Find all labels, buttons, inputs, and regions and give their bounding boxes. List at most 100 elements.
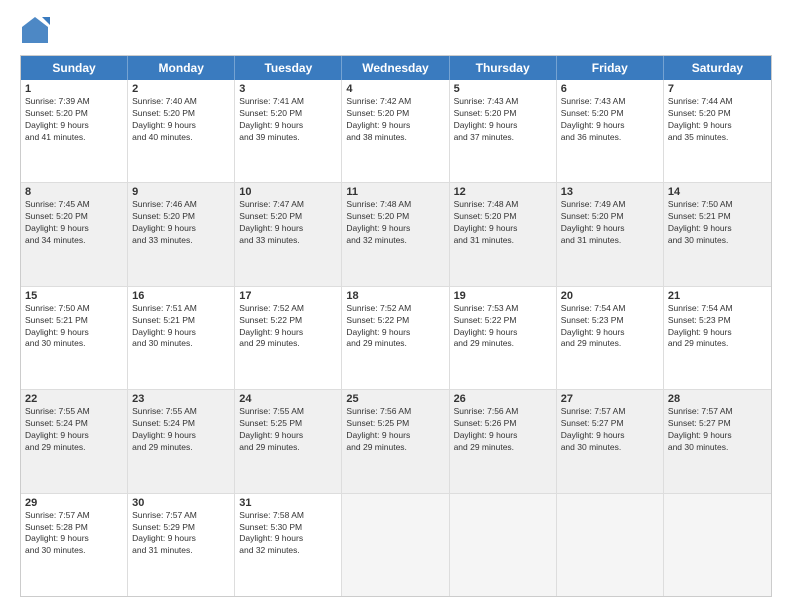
logo	[20, 15, 54, 45]
day-number: 19	[454, 290, 552, 302]
logo-icon	[20, 15, 50, 45]
calendar-row: 29Sunrise: 7:57 AM Sunset: 5:28 PM Dayli…	[21, 494, 771, 596]
day-number: 5	[454, 83, 552, 95]
day-number: 30	[132, 497, 230, 509]
day-number: 22	[25, 393, 123, 405]
day-number: 29	[25, 497, 123, 509]
day-number: 24	[239, 393, 337, 405]
calendar-cell: 29Sunrise: 7:57 AM Sunset: 5:28 PM Dayli…	[21, 494, 128, 596]
day-number: 15	[25, 290, 123, 302]
calendar-cell: 14Sunrise: 7:50 AM Sunset: 5:21 PM Dayli…	[664, 183, 771, 285]
calendar-cell: 23Sunrise: 7:55 AM Sunset: 5:24 PM Dayli…	[128, 390, 235, 492]
day-number: 18	[346, 290, 444, 302]
calendar-cell: 15Sunrise: 7:50 AM Sunset: 5:21 PM Dayli…	[21, 287, 128, 389]
day-info: Sunrise: 7:55 AM Sunset: 5:24 PM Dayligh…	[132, 406, 230, 454]
weekday-header: Saturday	[664, 56, 771, 80]
day-info: Sunrise: 7:40 AM Sunset: 5:20 PM Dayligh…	[132, 96, 230, 144]
calendar-cell: 25Sunrise: 7:56 AM Sunset: 5:25 PM Dayli…	[342, 390, 449, 492]
calendar-cell: 6Sunrise: 7:43 AM Sunset: 5:20 PM Daylig…	[557, 80, 664, 182]
day-info: Sunrise: 7:51 AM Sunset: 5:21 PM Dayligh…	[132, 303, 230, 351]
day-info: Sunrise: 7:42 AM Sunset: 5:20 PM Dayligh…	[346, 96, 444, 144]
day-number: 3	[239, 83, 337, 95]
calendar-cell: 20Sunrise: 7:54 AM Sunset: 5:23 PM Dayli…	[557, 287, 664, 389]
calendar: SundayMondayTuesdayWednesdayThursdayFrid…	[20, 55, 772, 597]
day-info: Sunrise: 7:49 AM Sunset: 5:20 PM Dayligh…	[561, 199, 659, 247]
day-info: Sunrise: 7:43 AM Sunset: 5:20 PM Dayligh…	[454, 96, 552, 144]
day-info: Sunrise: 7:43 AM Sunset: 5:20 PM Dayligh…	[561, 96, 659, 144]
day-info: Sunrise: 7:57 AM Sunset: 5:28 PM Dayligh…	[25, 510, 123, 558]
day-info: Sunrise: 7:55 AM Sunset: 5:25 PM Dayligh…	[239, 406, 337, 454]
calendar-cell: 28Sunrise: 7:57 AM Sunset: 5:27 PM Dayli…	[664, 390, 771, 492]
day-info: Sunrise: 7:57 AM Sunset: 5:29 PM Dayligh…	[132, 510, 230, 558]
day-number: 2	[132, 83, 230, 95]
page: SundayMondayTuesdayWednesdayThursdayFrid…	[0, 0, 792, 612]
day-number: 27	[561, 393, 659, 405]
day-info: Sunrise: 7:54 AM Sunset: 5:23 PM Dayligh…	[561, 303, 659, 351]
day-info: Sunrise: 7:56 AM Sunset: 5:26 PM Dayligh…	[454, 406, 552, 454]
day-number: 11	[346, 186, 444, 198]
calendar-cell: 5Sunrise: 7:43 AM Sunset: 5:20 PM Daylig…	[450, 80, 557, 182]
day-number: 1	[25, 83, 123, 95]
calendar-cell: 8Sunrise: 7:45 AM Sunset: 5:20 PM Daylig…	[21, 183, 128, 285]
day-info: Sunrise: 7:47 AM Sunset: 5:20 PM Dayligh…	[239, 199, 337, 247]
calendar-cell: 21Sunrise: 7:54 AM Sunset: 5:23 PM Dayli…	[664, 287, 771, 389]
weekday-header: Friday	[557, 56, 664, 80]
day-number: 31	[239, 497, 337, 509]
weekday-header: Thursday	[450, 56, 557, 80]
day-number: 12	[454, 186, 552, 198]
header	[20, 15, 772, 45]
calendar-row: 22Sunrise: 7:55 AM Sunset: 5:24 PM Dayli…	[21, 390, 771, 493]
calendar-cell	[342, 494, 449, 596]
day-info: Sunrise: 7:52 AM Sunset: 5:22 PM Dayligh…	[239, 303, 337, 351]
calendar-cell: 3Sunrise: 7:41 AM Sunset: 5:20 PM Daylig…	[235, 80, 342, 182]
day-info: Sunrise: 7:55 AM Sunset: 5:24 PM Dayligh…	[25, 406, 123, 454]
calendar-cell: 11Sunrise: 7:48 AM Sunset: 5:20 PM Dayli…	[342, 183, 449, 285]
day-info: Sunrise: 7:48 AM Sunset: 5:20 PM Dayligh…	[454, 199, 552, 247]
calendar-cell: 1Sunrise: 7:39 AM Sunset: 5:20 PM Daylig…	[21, 80, 128, 182]
calendar-cell	[664, 494, 771, 596]
day-number: 9	[132, 186, 230, 198]
weekday-header: Tuesday	[235, 56, 342, 80]
day-number: 21	[668, 290, 767, 302]
day-number: 10	[239, 186, 337, 198]
day-info: Sunrise: 7:54 AM Sunset: 5:23 PM Dayligh…	[668, 303, 767, 351]
calendar-cell: 19Sunrise: 7:53 AM Sunset: 5:22 PM Dayli…	[450, 287, 557, 389]
day-number: 4	[346, 83, 444, 95]
day-number: 13	[561, 186, 659, 198]
weekday-header: Sunday	[21, 56, 128, 80]
calendar-cell: 4Sunrise: 7:42 AM Sunset: 5:20 PM Daylig…	[342, 80, 449, 182]
calendar-cell: 27Sunrise: 7:57 AM Sunset: 5:27 PM Dayli…	[557, 390, 664, 492]
day-info: Sunrise: 7:56 AM Sunset: 5:25 PM Dayligh…	[346, 406, 444, 454]
day-info: Sunrise: 7:50 AM Sunset: 5:21 PM Dayligh…	[25, 303, 123, 351]
day-info: Sunrise: 7:52 AM Sunset: 5:22 PM Dayligh…	[346, 303, 444, 351]
day-number: 8	[25, 186, 123, 198]
calendar-cell: 10Sunrise: 7:47 AM Sunset: 5:20 PM Dayli…	[235, 183, 342, 285]
day-number: 17	[239, 290, 337, 302]
calendar-cell	[557, 494, 664, 596]
calendar-cell: 31Sunrise: 7:58 AM Sunset: 5:30 PM Dayli…	[235, 494, 342, 596]
day-number: 28	[668, 393, 767, 405]
day-info: Sunrise: 7:41 AM Sunset: 5:20 PM Dayligh…	[239, 96, 337, 144]
day-info: Sunrise: 7:53 AM Sunset: 5:22 PM Dayligh…	[454, 303, 552, 351]
day-info: Sunrise: 7:46 AM Sunset: 5:20 PM Dayligh…	[132, 199, 230, 247]
day-info: Sunrise: 7:39 AM Sunset: 5:20 PM Dayligh…	[25, 96, 123, 144]
day-number: 16	[132, 290, 230, 302]
day-info: Sunrise: 7:57 AM Sunset: 5:27 PM Dayligh…	[668, 406, 767, 454]
day-number: 14	[668, 186, 767, 198]
calendar-cell: 13Sunrise: 7:49 AM Sunset: 5:20 PM Dayli…	[557, 183, 664, 285]
weekday-header: Wednesday	[342, 56, 449, 80]
calendar-cell	[450, 494, 557, 596]
weekday-header: Monday	[128, 56, 235, 80]
calendar-cell: 26Sunrise: 7:56 AM Sunset: 5:26 PM Dayli…	[450, 390, 557, 492]
calendar-row: 8Sunrise: 7:45 AM Sunset: 5:20 PM Daylig…	[21, 183, 771, 286]
calendar-cell: 22Sunrise: 7:55 AM Sunset: 5:24 PM Dayli…	[21, 390, 128, 492]
day-info: Sunrise: 7:57 AM Sunset: 5:27 PM Dayligh…	[561, 406, 659, 454]
day-number: 6	[561, 83, 659, 95]
calendar-cell: 7Sunrise: 7:44 AM Sunset: 5:20 PM Daylig…	[664, 80, 771, 182]
calendar-cell: 16Sunrise: 7:51 AM Sunset: 5:21 PM Dayli…	[128, 287, 235, 389]
day-info: Sunrise: 7:44 AM Sunset: 5:20 PM Dayligh…	[668, 96, 767, 144]
calendar-body: 1Sunrise: 7:39 AM Sunset: 5:20 PM Daylig…	[21, 80, 771, 596]
calendar-header: SundayMondayTuesdayWednesdayThursdayFrid…	[21, 56, 771, 80]
day-number: 20	[561, 290, 659, 302]
calendar-cell: 24Sunrise: 7:55 AM Sunset: 5:25 PM Dayli…	[235, 390, 342, 492]
